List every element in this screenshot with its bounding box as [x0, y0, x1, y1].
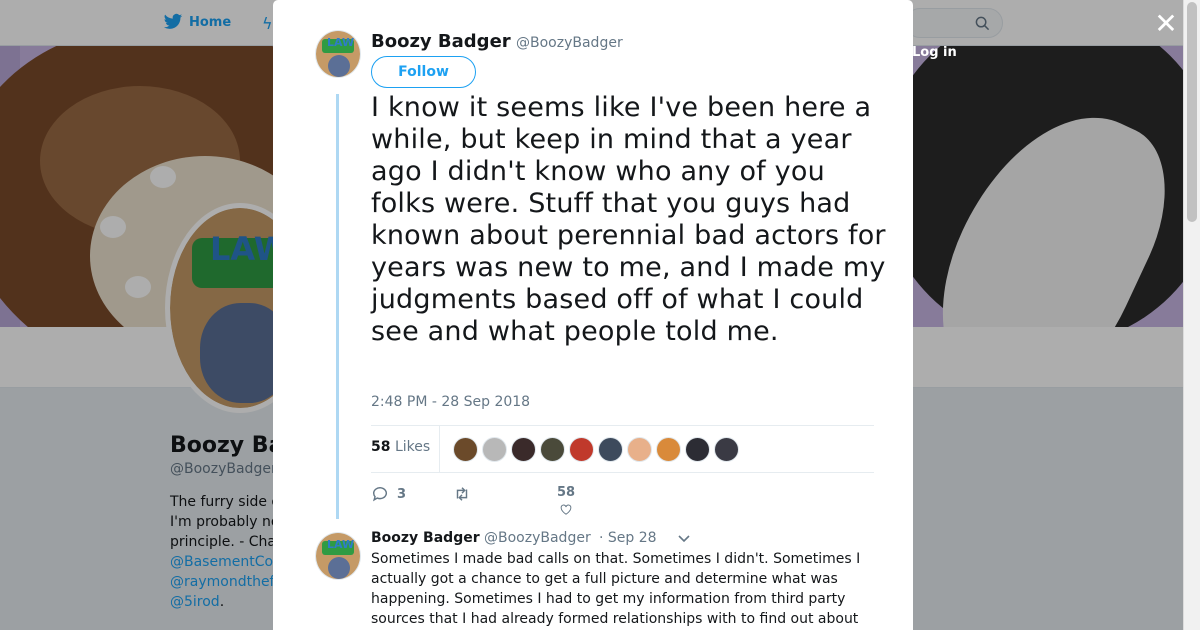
reply-author-name[interactable]: Boozy Badger [371, 530, 480, 546]
like-button[interactable]: 58 [557, 485, 575, 516]
retweet-icon [456, 487, 468, 501]
liker-avatar[interactable] [627, 437, 652, 462]
thread-connector-line [336, 94, 339, 519]
follow-button[interactable]: Follow [371, 56, 476, 88]
tweet-author-avatar[interactable]: LAW [315, 30, 361, 78]
liker-avatar[interactable] [598, 437, 623, 462]
page-scrollbar[interactable] [1183, 0, 1200, 630]
liker-avatar[interactable] [540, 437, 565, 462]
likes-label: Likes [394, 439, 431, 455]
reply-author-handle[interactable]: @BoozyBadger [484, 530, 591, 546]
liker-avatar[interactable] [482, 437, 507, 462]
liker-avatar[interactable] [656, 437, 681, 462]
likes-count: 58 [371, 439, 391, 455]
liker-avatar[interactable] [453, 437, 478, 462]
liker-avatar[interactable] [569, 437, 594, 462]
close-modal-icon[interactable]: ✕ [1153, 10, 1179, 38]
retweet-button[interactable] [453, 485, 479, 503]
liker-avatar[interactable] [685, 437, 710, 462]
stats-divider [439, 426, 440, 472]
reply-icon [372, 487, 387, 502]
tweet-author-handle[interactable]: @BoozyBadger [516, 35, 623, 51]
tweet-modal: LAW Boozy Badger @BoozyBadger Follow I k… [273, 0, 913, 630]
heart-icon [560, 504, 572, 515]
reply-button[interactable]: 3 [371, 485, 406, 503]
reply-date[interactable]: · Sep 28 [599, 530, 657, 546]
liker-avatar[interactable] [511, 437, 536, 462]
chevron-down-icon[interactable] [677, 532, 691, 546]
tweet-timestamp[interactable]: 2:48 PM - 28 Sep 2018 [371, 394, 530, 410]
like-count: 58 [557, 485, 576, 500]
tweet-text: I know it seems like I've been here a wh… [371, 92, 886, 347]
reply-author-avatar[interactable]: LAW [315, 532, 361, 580]
liker-avatars [453, 437, 739, 462]
tweet-stats: 58 Likes [371, 425, 874, 473]
login-link[interactable]: Log in [912, 45, 957, 60]
scrollbar-thumb[interactable] [1187, 2, 1197, 222]
reply-count: 3 [397, 486, 407, 502]
liker-avatar[interactable] [714, 437, 739, 462]
reply-text: Sometimes I made bad calls on that. Some… [371, 551, 861, 627]
tweet-author-name[interactable]: Boozy Badger [371, 31, 511, 52]
likes-count-link[interactable]: 58 Likes [371, 439, 430, 455]
tweet-actions: 3 58 [371, 485, 631, 515]
